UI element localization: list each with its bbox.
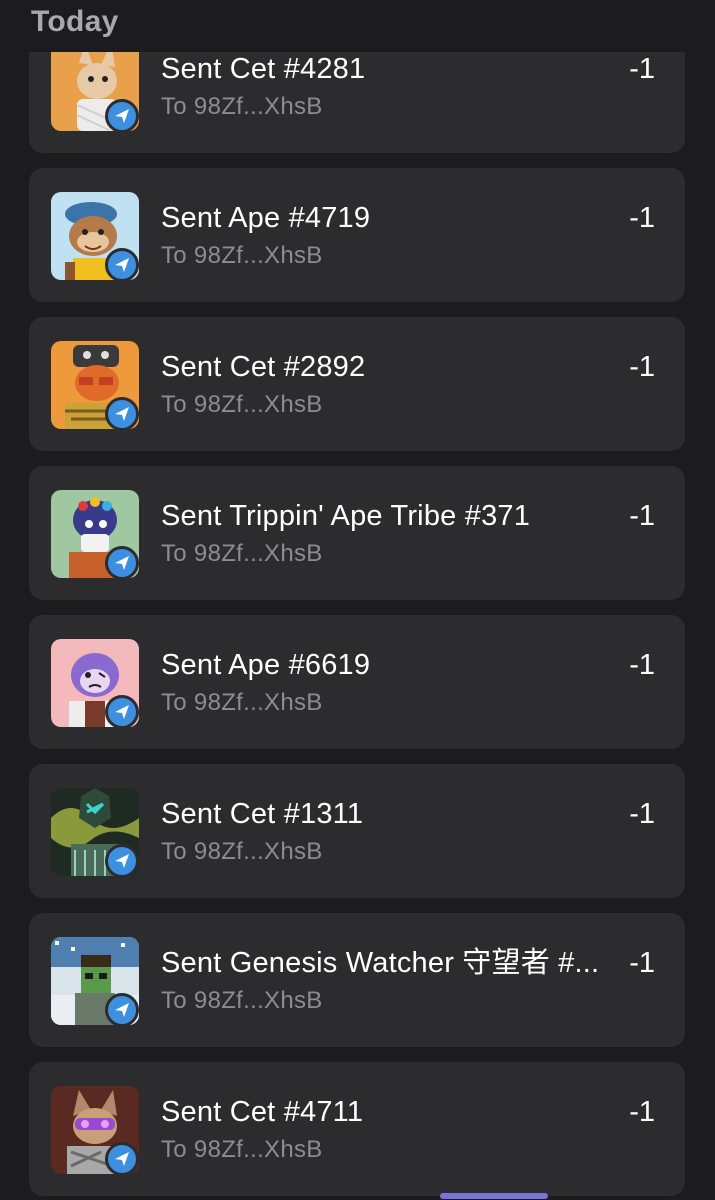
transaction-amount: -1 xyxy=(629,798,655,830)
transaction-list[interactable]: Sent Cet #4281 To 98Zf...XhsB -1 Sent Ap… xyxy=(0,0,715,1200)
transaction-amount: -1 xyxy=(629,351,655,383)
transaction-recipient: To 98Zf...XhsB xyxy=(161,1136,323,1163)
send-arrow-icon xyxy=(105,695,139,729)
transaction-recipient: To 98Zf...XhsB xyxy=(161,540,323,567)
transaction-recipient: To 98Zf...XhsB xyxy=(161,838,323,865)
send-arrow-icon xyxy=(105,1142,139,1176)
transaction-title: Sent Cet #4281 xyxy=(161,53,366,85)
transaction-title: Sent Cet #2892 xyxy=(161,351,366,383)
send-arrow-icon xyxy=(105,99,139,133)
transaction-amount: -1 xyxy=(629,500,655,532)
transaction-amount: -1 xyxy=(629,947,655,979)
transaction-row[interactable]: Sent Cet #1311 To 98Zf...XhsB -1 xyxy=(29,764,685,898)
transaction-row[interactable]: Sent Ape #4719 To 98Zf...XhsB -1 xyxy=(29,168,685,302)
send-arrow-icon xyxy=(105,248,139,282)
transaction-title: Sent Trippin' Ape Tribe #371 xyxy=(161,500,531,532)
transaction-row[interactable]: Sent Cet #4711 To 98Zf...XhsB -1 xyxy=(29,1062,685,1196)
transaction-title: Sent Cet #1311 xyxy=(161,798,364,830)
transaction-recipient: To 98Zf...XhsB xyxy=(161,242,323,269)
transaction-amount: -1 xyxy=(629,202,655,234)
transaction-recipient: To 98Zf...XhsB xyxy=(161,689,323,716)
transaction-title: Sent Cet #4711 xyxy=(161,1096,364,1128)
transaction-title: Sent Genesis Watcher 守望者 #... xyxy=(161,947,600,979)
send-arrow-icon xyxy=(105,397,139,431)
home-indicator xyxy=(440,1193,548,1199)
transaction-row[interactable]: Sent Cet #2892 To 98Zf...XhsB -1 xyxy=(29,317,685,451)
transaction-recipient: To 98Zf...XhsB xyxy=(161,391,323,418)
transaction-title: Sent Ape #6619 xyxy=(161,649,371,681)
section-header-today: Today xyxy=(31,5,119,38)
send-arrow-icon xyxy=(105,844,139,878)
send-arrow-icon xyxy=(105,993,139,1027)
transaction-amount: -1 xyxy=(629,1096,655,1128)
transaction-title: Sent Ape #4719 xyxy=(161,202,371,234)
transaction-amount: -1 xyxy=(629,53,655,85)
transaction-row[interactable]: Sent Ape #6619 To 98Zf...XhsB -1 xyxy=(29,615,685,749)
transaction-row[interactable]: Sent Genesis Watcher 守望者 #... To 98Zf...… xyxy=(29,913,685,1047)
transaction-row[interactable]: Sent Trippin' Ape Tribe #371 To 98Zf...X… xyxy=(29,466,685,600)
send-arrow-icon xyxy=(105,546,139,580)
transaction-recipient: To 98Zf...XhsB xyxy=(161,987,323,1014)
transaction-amount: -1 xyxy=(629,649,655,681)
transaction-recipient: To 98Zf...XhsB xyxy=(161,93,323,120)
